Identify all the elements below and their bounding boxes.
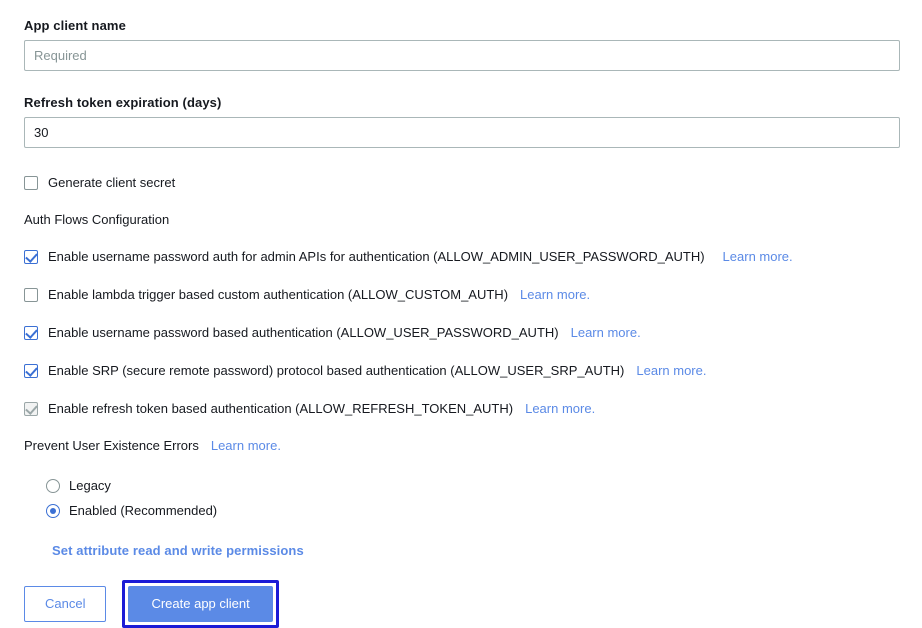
refresh-token-expiration-input[interactable]	[24, 117, 900, 148]
auth-flow-row-custom-auth[interactable]: Enable lambda trigger based custom authe…	[24, 284, 900, 306]
app-client-name-field-group: App client name	[24, 18, 900, 71]
set-attribute-permissions-link[interactable]: Set attribute read and write permissions	[52, 543, 304, 558]
auth-flows-configuration-heading: Auth Flows Configuration	[24, 212, 170, 227]
radio-row-enabled[interactable]: Enabled (Recommended)	[46, 501, 900, 521]
radio-legacy[interactable]	[46, 479, 60, 493]
auth-flow-label: Enable refresh token based authenticatio…	[48, 401, 514, 416]
auth-flow-label: Enable username password auth for admin …	[48, 249, 705, 264]
checkbox-allow-custom-auth[interactable]	[24, 288, 38, 302]
checkbox-allow-user-srp-auth[interactable]	[24, 364, 38, 378]
refresh-token-expiration-label: Refresh token expiration (days)	[24, 95, 222, 110]
learn-more-link[interactable]: Learn more.	[525, 401, 595, 417]
app-client-name-input[interactable]	[24, 40, 900, 71]
learn-more-link[interactable]: Learn more.	[520, 287, 590, 303]
checkbox-allow-admin-user-password-auth[interactable]	[24, 250, 38, 264]
learn-more-link[interactable]: Learn more.	[636, 363, 706, 379]
auth-flow-row-user-password[interactable]: Enable username password based authentic…	[24, 322, 900, 344]
auth-flow-row-refresh-token: Enable refresh token based authenticatio…	[24, 398, 900, 420]
prevent-user-existence-errors-group: Prevent User Existence Errors Learn more…	[24, 438, 900, 454]
generate-client-secret-label: Generate client secret	[48, 175, 176, 190]
checkbox-allow-refresh-token-auth	[24, 402, 38, 416]
auth-flow-row-user-srp[interactable]: Enable SRP (secure remote password) prot…	[24, 360, 900, 382]
learn-more-link[interactable]: Learn more.	[571, 325, 641, 341]
radio-legacy-label: Legacy	[69, 478, 111, 493]
cancel-button[interactable]: Cancel	[24, 586, 107, 622]
auth-flow-label: Enable SRP (secure remote password) prot…	[48, 363, 625, 378]
refresh-token-expiration-field-group: Refresh token expiration (days)	[24, 95, 900, 148]
create-app-client-button[interactable]: Create app client	[128, 586, 273, 622]
radio-enabled[interactable]	[46, 504, 60, 518]
learn-more-link[interactable]: Learn more.	[723, 249, 793, 265]
create-app-client-form: App client name Refresh token expiration…	[0, 0, 922, 628]
auth-flow-label: Enable lambda trigger based custom authe…	[48, 287, 509, 302]
app-client-name-label: App client name	[24, 18, 126, 33]
radio-enabled-label: Enabled (Recommended)	[69, 503, 218, 518]
prevent-user-existence-errors-label: Prevent User Existence Errors	[24, 438, 199, 453]
checkbox-generate-client-secret[interactable]	[24, 176, 38, 190]
generate-client-secret-row[interactable]: Generate client secret	[24, 172, 900, 194]
checkbox-allow-user-password-auth[interactable]	[24, 326, 38, 340]
auth-flow-row-admin-user-password[interactable]: Enable username password auth for admin …	[24, 246, 900, 268]
auth-flow-label: Enable username password based authentic…	[48, 325, 559, 340]
radio-row-legacy[interactable]: Legacy	[46, 476, 900, 496]
learn-more-link[interactable]: Learn more.	[211, 438, 281, 454]
